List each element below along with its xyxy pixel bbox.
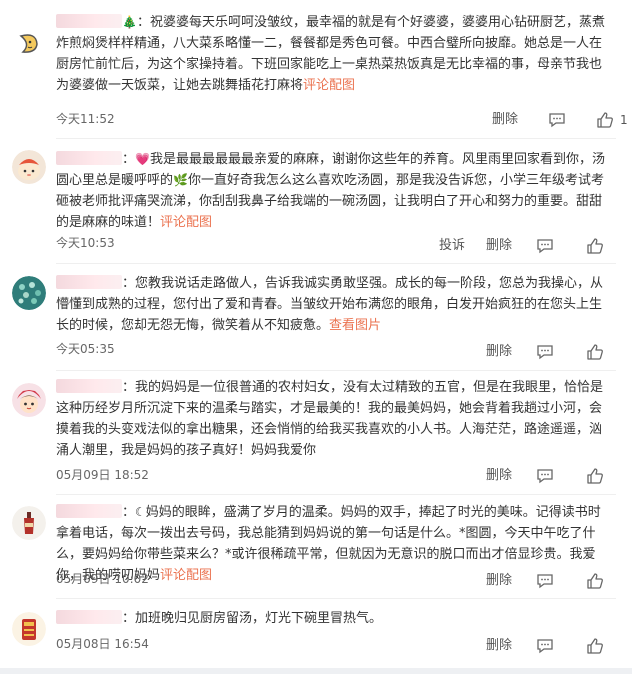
comment-actions: 投诉 删除: [432, 236, 632, 256]
comment-text: 我的妈妈是一位很普通的农村妇女，没有太过精致的五官，但是在我眼里，恰恰是这种历经…: [56, 380, 604, 458]
username-blurred[interactable]: [56, 14, 122, 28]
delete-button[interactable]: 删除: [486, 571, 512, 591]
comment-icon[interactable]: [535, 236, 555, 256]
comment-actions: 删除: [432, 636, 632, 656]
delete-button[interactable]: 删除: [492, 110, 518, 130]
like-icon[interactable]: [585, 236, 605, 256]
report-button[interactable]: 投诉: [439, 236, 465, 256]
delete-button[interactable]: 删除: [486, 466, 512, 486]
divider: [56, 494, 616, 495]
name-emoji: 🎄: [122, 15, 137, 29]
avatar[interactable]: [12, 26, 46, 60]
comment-icon[interactable]: [535, 571, 555, 591]
comment-body: ：💗我是最最最最最最亲爱的麻麻，谢谢你这些年的养育。风里雨里回家看到你，汤圆心里…: [56, 149, 612, 233]
delete-button[interactable]: 删除: [486, 236, 512, 256]
like-icon[interactable]: [595, 110, 615, 130]
bottom-bar: [0, 668, 632, 674]
delete-button[interactable]: 删除: [486, 342, 512, 362]
comment-actions: 删除: [432, 342, 632, 362]
comment-time: 05月09日 18:52: [56, 468, 149, 482]
comment-icon[interactable]: [535, 342, 555, 362]
avatar[interactable]: [12, 506, 46, 540]
divider: [56, 598, 616, 599]
delete-button[interactable]: 删除: [486, 636, 512, 656]
comment-actions: 删除 1: [432, 110, 632, 130]
comment-body: ：加班晚归见厨房留汤，灯光下碗里冒热气。: [56, 608, 612, 629]
like-icon[interactable]: [585, 466, 605, 486]
username-blurred[interactable]: [56, 504, 122, 518]
view-image-link[interactable]: 评论配图: [303, 78, 355, 93]
heart-emoji: 💗: [135, 152, 150, 166]
comment-body: 🎄：祝婆婆每天乐呵呵没皱纹，最幸福的就是有个好婆婆，婆婆用心钻研厨艺，蒸煮炸煎焖…: [56, 12, 612, 96]
comment-time: 今天10:53: [56, 236, 115, 250]
avatar[interactable]: [12, 276, 46, 310]
comment-time: 05月09日 10:02: [56, 572, 149, 586]
comment-icon[interactable]: [547, 110, 567, 130]
username-blurred[interactable]: [56, 151, 122, 165]
comment-time: 今天05:35: [56, 342, 115, 356]
comment-actions: 删除: [432, 466, 632, 486]
username-blurred[interactable]: [56, 275, 122, 289]
comment-time: 05月08日 16:54: [56, 637, 149, 651]
like-count: 1: [620, 113, 628, 127]
comment-time: 今天11:52: [56, 112, 115, 126]
comment-icon[interactable]: [535, 636, 555, 656]
username-blurred[interactable]: [56, 610, 122, 624]
avatar[interactable]: [12, 383, 46, 417]
avatar[interactable]: [12, 150, 46, 184]
like-icon[interactable]: [585, 636, 605, 656]
username-blurred[interactable]: [56, 379, 122, 393]
divider: [56, 263, 616, 264]
comment-actions: 删除: [432, 571, 632, 591]
avatar[interactable]: [12, 612, 46, 646]
divider: [56, 370, 616, 371]
comment-body: ：我的妈妈是一位很普通的农村妇女，没有太过精致的五官，但是在我眼里，恰恰是这种历…: [56, 379, 604, 458]
like-icon[interactable]: [585, 571, 605, 591]
like-icon[interactable]: [585, 342, 605, 362]
moon-symbol: ☾: [135, 505, 146, 519]
comment-body: ：您教我说话走路做人，告诉我诚实勇敢坚强。成长的每一阶段，您总为我操心，从懵懂到…: [56, 275, 604, 333]
plant-emoji: 🌿: [173, 173, 188, 187]
view-image-link[interactable]: 查看图片: [329, 318, 381, 333]
view-image-link[interactable]: 评论配图: [160, 215, 212, 230]
divider: [56, 138, 616, 139]
comment-text: 加班晚归见厨房留汤，灯光下碗里冒热气。: [135, 611, 383, 626]
view-image-link[interactable]: 评论配图: [160, 568, 212, 583]
comment-icon[interactable]: [535, 466, 555, 486]
